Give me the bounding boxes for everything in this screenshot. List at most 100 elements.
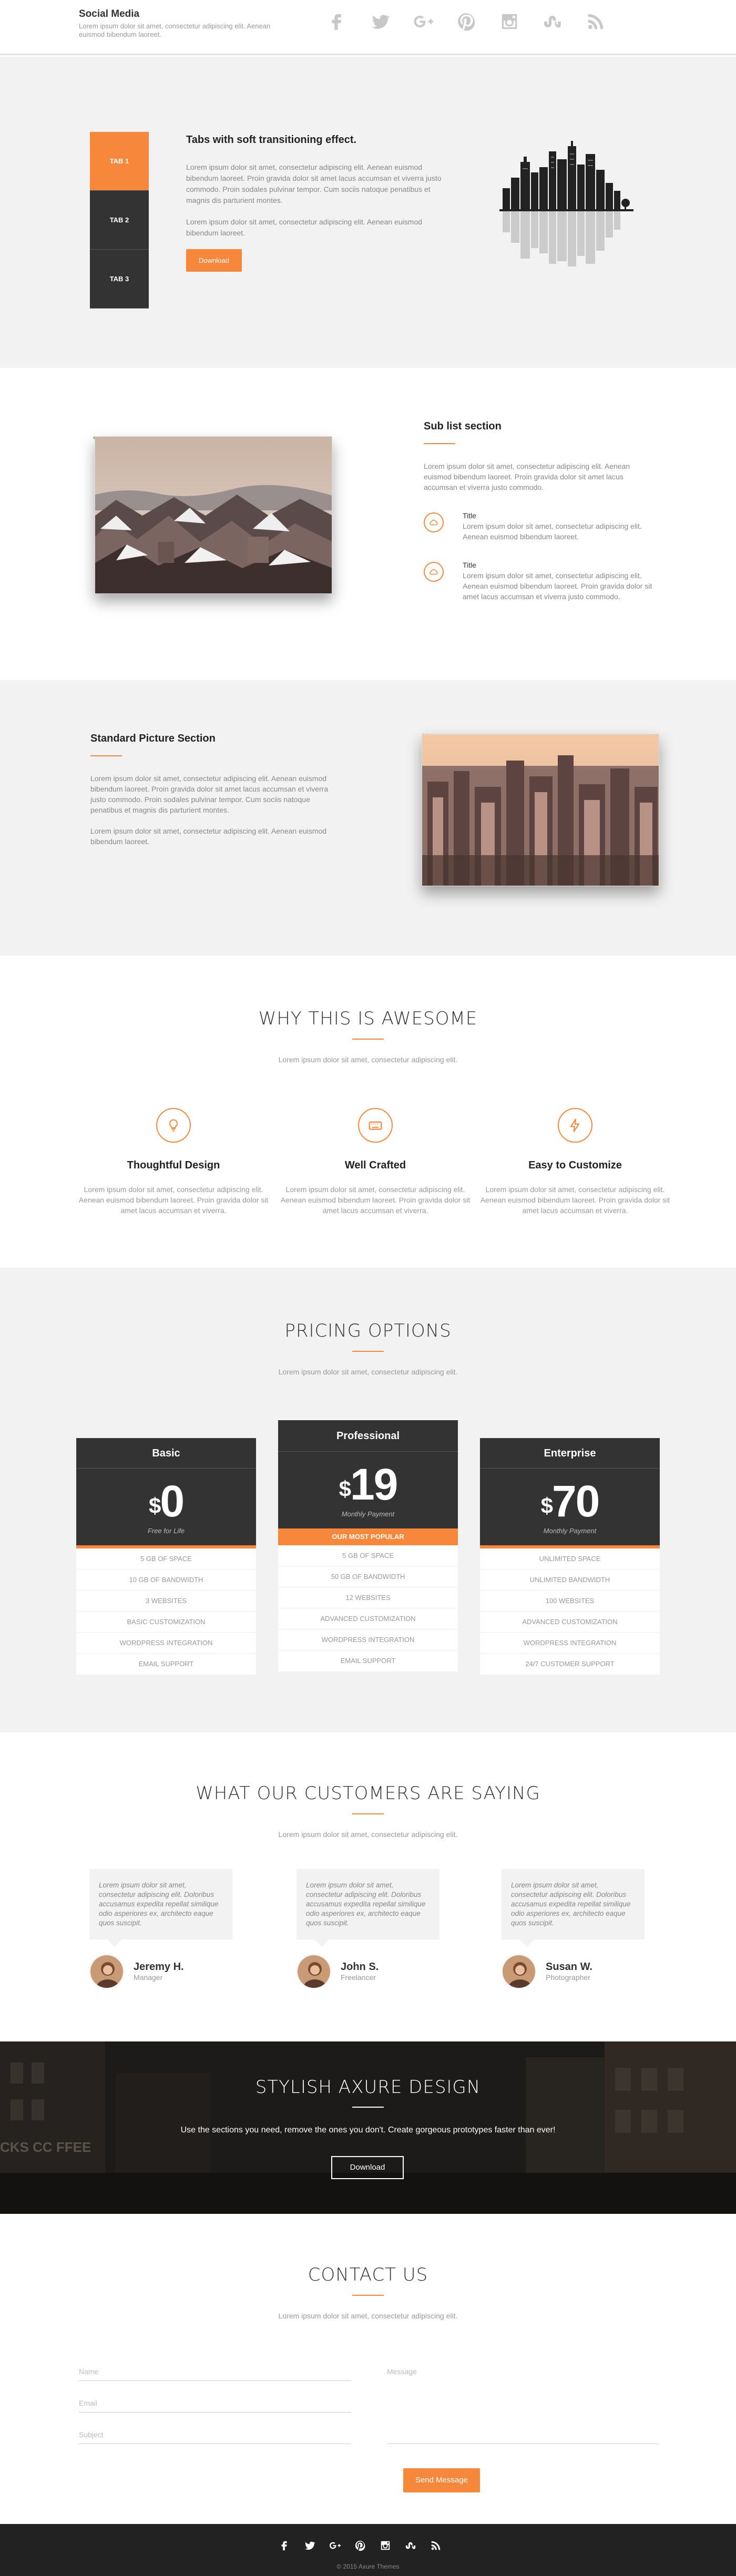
author-name: Susan W. [546,1961,592,1973]
plan-feature: 3 WEBSITES [76,1590,256,1612]
plan-price-block: $70 Monthly Payment [480,1469,660,1545]
tab-content: Tabs with soft transitioning effect. Lor… [186,134,449,272]
pricing-plan-enterprise: Enterprise $70 Monthly Payment UNLIMITED… [480,1438,660,1675]
stumbleupon-icon[interactable] [405,2540,416,2554]
testimonial-quote: Lorem ipsum dolor sit amet, consectetur … [502,1869,645,1947]
features-title: WHY THIS IS AWESOME [258,1008,478,1029]
message-field[interactable]: Message [387,2365,659,2444]
standard-paragraph-1: Lorem ipsum dolor sit amet, consectetur … [90,774,329,814]
tab-2[interactable]: TAB 2 [90,191,149,250]
standard-paragraph-2: Lorem ipsum dolor sit amet, consectetur … [90,827,327,846]
tabs-section: TAB 1 TAB 2 TAB 3 Tabs with soft transit… [0,57,736,368]
sub-list-item-text: Lorem ipsum dolor sit amet, consectetur … [463,571,652,601]
sub-list-item-text: Lorem ipsum dolor sit amet, consectetur … [463,522,642,541]
author-role: Photographer [546,1973,590,1982]
keyboard-icon [358,1108,393,1143]
lightning-icon [558,1108,592,1143]
plan-price: $0 [148,1476,185,1526]
stumbleupon-icon[interactable] [541,11,564,33]
feature-text: Lorem ipsum dolor sit amet, consectetur … [78,1185,269,1215]
instagram-icon[interactable] [498,11,520,33]
contact-subtitle: Lorem ipsum dolor sit amet, consectetur … [278,2312,458,2320]
plan-feature: ADVANCED CUSTOMIZATION [480,1612,660,1633]
standard-title: Standard Picture Section [90,733,216,744]
subject-field[interactable]: Subject [79,2428,351,2444]
pinterest-icon[interactable] [455,11,477,33]
pricing-section: PRICING OPTIONS Lorem ipsum dolor sit am… [0,1268,736,1732]
twitter-icon[interactable] [369,11,391,33]
tab-3[interactable]: TAB 3 [90,250,149,309]
twitter-icon[interactable] [304,2540,315,2554]
download-button[interactable]: Download [186,249,242,272]
feature-card: Easy to Customize Lorem ipsum dolor sit … [475,1108,675,1216]
pricing-title: PRICING OPTIONS [284,1320,452,1341]
plan-feature: 24/7 CUSTOMER SUPPORT [525,1660,615,1668]
plan-feature: 5 GB OF SPACE [278,1545,458,1566]
plan-note: Monthly Payment [543,1527,597,1535]
lightbulb-icon [156,1108,191,1143]
features-section: WHY THIS IS AWESOME Lorem ipsum dolor si… [0,956,736,1268]
most-popular-badge: OUR MOST POPULAR [278,1528,458,1545]
standard-content: Standard Picture Section Lorem ipsum dol… [90,733,338,857]
contact-title: CONTACT US [308,2264,428,2285]
banner-download-button[interactable]: Download [331,2156,404,2179]
instagram-icon[interactable] [380,2540,391,2554]
feature-card: Thoughtful Design Lorem ipsum dolor sit … [74,1108,273,1216]
hero-banner: CKS CC FFEE STYLISH AXURE DESIGN Use the… [0,2041,736,2214]
title-rule [424,443,455,444]
brand-block: Social Media Lorem ipsum dolor sit amet,… [79,8,279,39]
plan-feature: WORDPRESS INTEGRATION [76,1633,256,1654]
tab-paragraph-2: Lorem ipsum dolor sit amet, consectetur … [186,218,423,237]
rss-icon[interactable] [585,11,607,33]
send-message-button[interactable]: Send Message [403,2468,480,2492]
tab-paragraph-1: Lorem ipsum dolor sit amet, consectetur … [186,163,442,204]
facebook-icon[interactable] [326,11,348,33]
testimonial-card: Lorem ipsum dolor sit amet, consectetur … [297,1869,439,1989]
avatar [89,1954,124,1989]
sub-list-section: Sub list section Lorem ipsum dolor sit a… [0,368,736,680]
title-rule [352,1039,384,1040]
testimonial-quote: Lorem ipsum dolor sit amet, consectetur … [89,1869,232,1947]
plan-feature: UNLIMITED BANDWIDTH [480,1569,660,1590]
plan-feature: 12 WEBSITES [278,1587,458,1608]
tab-1[interactable]: TAB 1 [90,132,149,191]
title-rule [352,1351,384,1352]
banner-title: STYLISH AXURE DESIGN [255,2077,481,2098]
rss-icon[interactable] [430,2540,442,2554]
feature-title: Thoughtful Design [127,1159,220,1171]
copyright: © 2015 Axure Themes [336,2563,400,2570]
google-plus-icon[interactable] [329,2540,341,2554]
brand-title[interactable]: Social Media [79,8,279,20]
name-field[interactable]: Name [79,2365,351,2381]
currency-symbol: $ [148,1493,161,1518]
testimonials-section: WHAT OUR CUSTOMERS ARE SAYING Lorem ipsu… [0,1732,736,2041]
facebook-icon[interactable] [279,2540,290,2554]
tab-heading: Tabs with soft transitioning effect. [186,134,357,146]
pricing-plan-professional: Professional $19 Monthly Payment OUR MOS… [278,1420,458,1671]
pinterest-icon[interactable] [354,2540,366,2554]
feature-card: Well Crafted Lorem ipsum dolor sit amet,… [275,1108,475,1216]
sub-list-title: Sub list section [424,420,502,432]
plan-name: Professional [278,1420,458,1452]
banner-rule [352,2107,384,2108]
author-role: Manager [134,1973,163,1982]
sub-list-item: Title Lorem ipsum dolor sit amet, consec… [424,561,655,602]
footer-social-links [279,2540,442,2554]
testimonial-author: John S. Freelancer [297,1954,439,1989]
cloud-icon [424,512,444,532]
banner-text: Use the sections you need, remove the on… [180,2126,556,2134]
author-name: John S. [341,1961,379,1973]
title-rule [90,755,122,756]
plan-price: $19 [339,1460,398,1509]
site-header: Social Media Lorem ipsum dolor sit amet,… [0,0,736,55]
pricing-plan-basic: Basic $0 Free for Life 5 GB OF SPACE 10 … [76,1438,256,1675]
plan-name: Basic [76,1438,256,1469]
author-role: Freelancer [341,1973,376,1982]
sub-list-intro: Lorem ipsum dolor sit amet, consectetur … [424,462,630,491]
testimonials-title: WHAT OUR CUSTOMERS ARE SAYING [196,1783,540,1804]
currency-symbol: $ [339,1476,351,1501]
site-footer: © 2015 Axure Themes [0,2524,736,2576]
city-aerial-photo [422,734,659,886]
email-field[interactable]: Email [79,2397,351,2413]
google-plus-icon[interactable] [412,11,434,33]
